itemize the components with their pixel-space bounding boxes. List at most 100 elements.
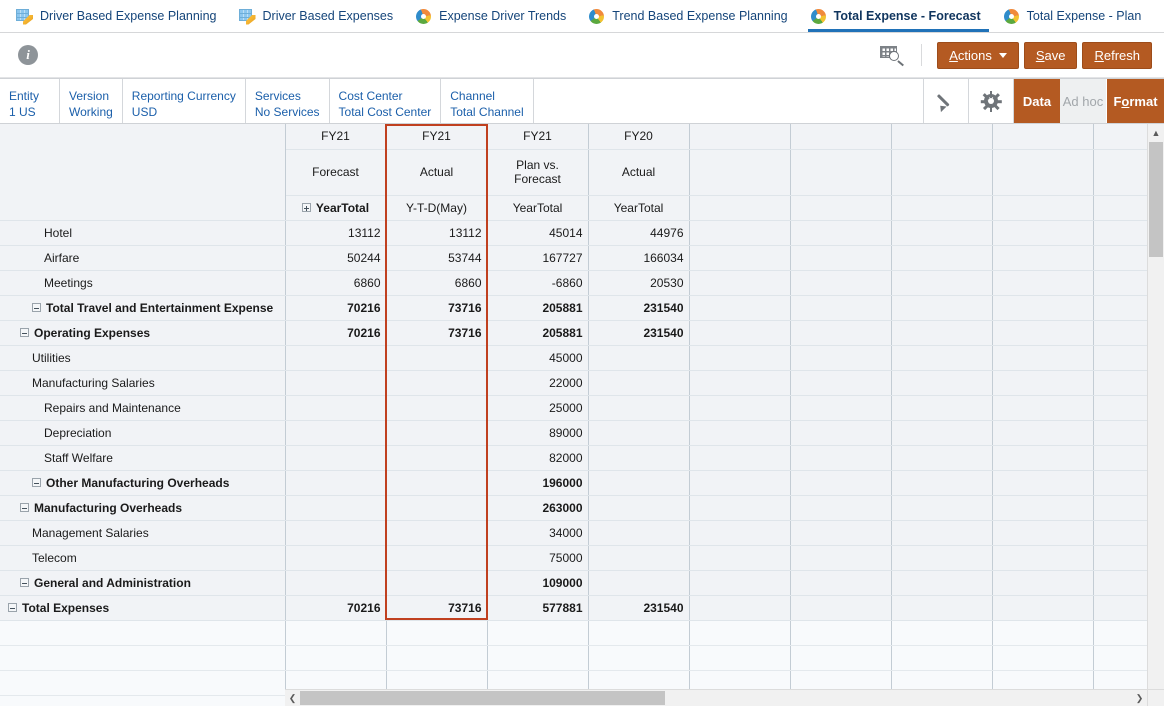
data-cell-empty[interactable] [689, 545, 791, 571]
edit-form-button[interactable] [924, 79, 969, 123]
data-cell[interactable] [386, 395, 488, 421]
data-cell[interactable] [285, 570, 387, 596]
data-cell[interactable] [386, 520, 488, 546]
data-cell[interactable] [285, 445, 387, 471]
data-cell[interactable] [588, 345, 690, 371]
data-cell[interactable] [588, 520, 690, 546]
data-cell[interactable]: 89000 [487, 420, 589, 446]
data-cell-empty[interactable] [891, 445, 993, 471]
row-header-cell[interactable]: Meetings [0, 270, 286, 296]
horizontal-scrollbar[interactable]: ❮ ❯ [285, 689, 1147, 706]
data-cell-empty[interactable] [790, 295, 892, 321]
data-cell[interactable]: 53744 [386, 245, 488, 271]
data-cell-empty[interactable] [891, 595, 993, 621]
data-cell-empty[interactable] [992, 295, 1094, 321]
data-cell[interactable]: 13112 [285, 220, 387, 246]
row-header-cell[interactable]: Hotel [0, 220, 286, 246]
data-cell[interactable]: 6860 [386, 270, 488, 296]
collapse-row-icon[interactable] [20, 578, 29, 588]
actions-button[interactable]: Actions [937, 41, 1019, 69]
data-cell[interactable] [588, 445, 690, 471]
data-cell-empty[interactable] [992, 320, 1094, 346]
vertical-scroll-thumb[interactable] [1149, 142, 1163, 257]
row-header-cell[interactable]: Depreciation [0, 420, 286, 446]
data-cell[interactable]: 70216 [285, 320, 387, 346]
data-cell[interactable]: 82000 [487, 445, 589, 471]
tab-trend-based-expense-planning[interactable]: Trend Based Expense Planning [580, 0, 801, 32]
data-cell[interactable] [386, 570, 488, 596]
data-cell[interactable] [386, 370, 488, 396]
row-header-cell[interactable]: Total Expenses [0, 595, 286, 621]
data-cell[interactable]: 50244 [285, 245, 387, 271]
data-cell-blank[interactable] [790, 620, 892, 646]
column-header-year[interactable]: FY21 [386, 124, 488, 150]
data-cell[interactable]: 577881 [487, 595, 589, 621]
data-cell[interactable]: 44976 [588, 220, 690, 246]
data-cell-blank[interactable] [588, 620, 690, 646]
data-cell-blank[interactable] [992, 620, 1094, 646]
column-header-empty[interactable] [689, 195, 791, 221]
data-cell[interactable]: 22000 [487, 370, 589, 396]
data-cell[interactable] [588, 395, 690, 421]
data-cell-empty[interactable] [992, 220, 1094, 246]
scroll-up-button[interactable]: ▲ [1148, 124, 1164, 141]
data-cell[interactable] [386, 495, 488, 521]
refresh-button[interactable]: Refresh [1082, 41, 1152, 69]
data-cell-empty[interactable] [992, 370, 1094, 396]
row-header-cell[interactable]: General and Administration [0, 570, 286, 596]
data-cell[interactable]: 73716 [386, 320, 488, 346]
data-cell[interactable] [588, 545, 690, 571]
data-cell-blank[interactable] [487, 620, 589, 646]
row-header-cell[interactable]: Total Travel and Entertainment Expense [0, 295, 286, 321]
data-cell-empty[interactable] [891, 470, 993, 496]
data-cell[interactable]: 205881 [487, 295, 589, 321]
pov-member-services[interactable]: Services No Services [246, 79, 330, 123]
tab-total-expense-forecast[interactable]: Total Expense - Forecast [802, 0, 995, 32]
data-cell[interactable]: 73716 [386, 295, 488, 321]
data-cell-empty[interactable] [790, 245, 892, 271]
data-cell[interactable] [588, 470, 690, 496]
data-cell-empty[interactable] [689, 420, 791, 446]
data-cell-empty[interactable] [689, 295, 791, 321]
row-header-cell-blank[interactable] [0, 670, 286, 696]
column-header-period[interactable]: YearTotal [285, 195, 387, 221]
data-cell-empty[interactable] [992, 570, 1094, 596]
pov-member-version[interactable]: Version Working [60, 79, 123, 123]
data-cell-empty[interactable] [992, 495, 1094, 521]
data-cell-blank[interactable] [992, 645, 1094, 671]
save-button[interactable]: Save [1023, 41, 1078, 69]
data-cell[interactable]: 20530 [588, 270, 690, 296]
tab-total-expense-plan[interactable]: Total Expense - Plan [995, 0, 1156, 32]
column-header-empty[interactable] [790, 195, 892, 221]
column-header-year[interactable]: FY21 [285, 124, 387, 150]
data-cell-empty[interactable] [891, 370, 993, 396]
data-cell-empty[interactable] [689, 445, 791, 471]
data-cell[interactable] [285, 545, 387, 571]
data-cell[interactable]: 34000 [487, 520, 589, 546]
data-cell-empty[interactable] [891, 320, 993, 346]
data-cell-empty[interactable] [891, 420, 993, 446]
data-cell[interactable] [285, 395, 387, 421]
tab-format[interactable]: Format [1106, 79, 1164, 123]
tab-driver-based-expense-planning[interactable]: Driver Based Expense Planning [8, 0, 231, 32]
column-header-year[interactable]: FY20 [588, 124, 690, 150]
data-cell-empty[interactable] [689, 470, 791, 496]
pov-member-cost-center[interactable]: Cost Center Total Cost Center [330, 79, 442, 123]
tab-expense-driver-trends[interactable]: Expense Driver Trends [407, 0, 580, 32]
collapse-row-icon[interactable] [20, 503, 29, 513]
data-cell[interactable]: 13112 [386, 220, 488, 246]
data-cell[interactable] [588, 420, 690, 446]
column-header-empty[interactable] [790, 149, 892, 196]
data-cell-empty[interactable] [891, 520, 993, 546]
data-cell-empty[interactable] [790, 220, 892, 246]
data-cell-empty[interactable] [992, 445, 1094, 471]
data-cell-empty[interactable] [689, 345, 791, 371]
data-cell[interactable] [386, 545, 488, 571]
data-cell-empty[interactable] [790, 420, 892, 446]
data-cell-blank[interactable] [891, 645, 993, 671]
data-cell[interactable] [386, 420, 488, 446]
row-header-cell[interactable]: Manufacturing Overheads [0, 495, 286, 521]
column-header-scenario[interactable]: Actual [588, 149, 690, 196]
data-cell-empty[interactable] [689, 270, 791, 296]
column-header-scenario[interactable]: Actual [386, 149, 488, 196]
